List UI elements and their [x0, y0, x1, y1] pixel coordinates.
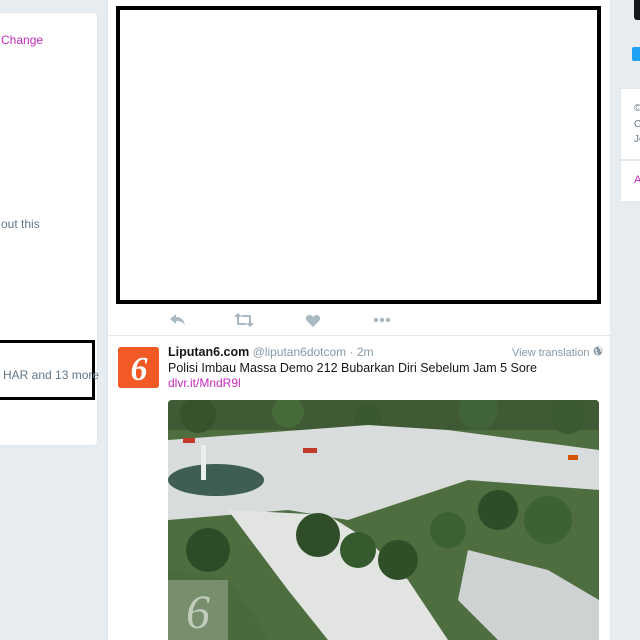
tweet-author-handle[interactable]: @liputan6dotcom [253, 345, 347, 359]
tweet-author-name[interactable]: Liputan6.com [168, 345, 249, 359]
footer-line-2: C [634, 119, 640, 130]
footer-link-card: A [620, 160, 640, 202]
footer-card: © C Je [620, 88, 640, 160]
app-icon[interactable] [632, 47, 640, 61]
reply-icon[interactable] [168, 311, 188, 329]
tweet-timestamp[interactable]: 2m [357, 345, 374, 359]
right-sidebar: © C Je A [620, 0, 640, 640]
avatar-logo-text: 6 [131, 351, 148, 388]
view-translation-link[interactable]: View translation [512, 346, 603, 359]
followed-by-text: HAR and 13 more [3, 368, 100, 382]
view-translation-label: View translation [512, 346, 590, 359]
change-link[interactable]: Change [1, 33, 43, 47]
more-icon[interactable] [372, 311, 392, 329]
retweet-icon[interactable] [234, 311, 254, 329]
footer-line-3: Je [634, 134, 640, 145]
tweet-link[interactable]: dlvr.it/MndR9l [168, 376, 241, 390]
tweet-photo[interactable]: 6 [168, 400, 599, 640]
followed-by-box[interactable]: HAR and 13 more [0, 340, 99, 400]
tweet-divider [108, 335, 610, 336]
like-icon[interactable] [303, 311, 323, 329]
globe-icon [593, 346, 603, 359]
footer-line-1: © [634, 103, 640, 114]
compose-tweet-icon[interactable] [634, 0, 640, 20]
about-text: out this [1, 217, 40, 231]
footer-link[interactable]: A [634, 174, 640, 186]
tweet-separator: · [349, 345, 354, 359]
avatar[interactable]: 6 [118, 347, 159, 388]
tweet-text: Polisi Imbau Massa Demo 212 Bubarkan Dir… [168, 361, 537, 375]
photo-watermark-text: 6 [186, 586, 210, 639]
embedded-media-placeholder[interactable] [116, 6, 601, 304]
tweet-header: Liputan6.com @liputan6dotcom · 2m [168, 345, 374, 359]
